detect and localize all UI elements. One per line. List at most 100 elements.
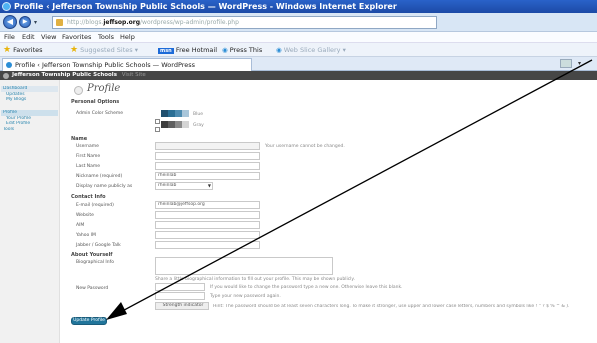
color-gray-label: Gray bbox=[193, 123, 204, 128]
menu-bar: File Edit View Favorites Tools Help bbox=[0, 32, 597, 43]
display-name-label: Display name publicly as bbox=[76, 184, 133, 189]
aim-label: AIM bbox=[76, 223, 85, 228]
suggested-sites-link[interactable]: ★ Suggested Sites ▾ bbox=[70, 43, 138, 57]
gray-swatch-4 bbox=[182, 121, 189, 128]
username-note: Your username cannot be changed. bbox=[265, 144, 345, 149]
name-heading: Name bbox=[71, 136, 88, 142]
update-profile-button[interactable]: Update Profile bbox=[71, 317, 107, 325]
bio-note: Share a little biographical information … bbox=[155, 277, 355, 282]
username-input bbox=[155, 142, 260, 150]
gray-swatch-2 bbox=[168, 121, 175, 128]
page-icon bbox=[56, 19, 63, 26]
home-icon[interactable] bbox=[560, 59, 572, 68]
yahoo-label: Yahoo IM bbox=[76, 233, 96, 238]
ie-window: Profile ‹ Jefferson Township Public Scho… bbox=[0, 0, 597, 343]
color-blue-radio[interactable] bbox=[155, 119, 160, 124]
gray-swatch-3 bbox=[175, 121, 182, 128]
sidebar-item-my-blogs[interactable]: My Blogs bbox=[6, 97, 60, 102]
menu-view[interactable]: View bbox=[41, 32, 56, 43]
web-slice-icon: ◉ bbox=[276, 46, 282, 54]
blue-swatch-3 bbox=[175, 110, 182, 117]
address-bar-input[interactable]: http://blogs.jeffsop.org/wordpress/wp-ad… bbox=[52, 16, 437, 29]
favorites-bar: ★ Favorites ★ Suggested Sites ▾ msn Free… bbox=[0, 43, 597, 57]
contact-info-heading: Contact Info bbox=[71, 194, 106, 200]
press-this-link[interactable]: ◉ Press This bbox=[222, 43, 262, 57]
address-row: ◀ ▶ ▾ http://blogs.jeffsop.org/wordpress… bbox=[0, 13, 597, 32]
new-password-label: New Password bbox=[76, 286, 109, 291]
display-name-select[interactable]: rheinlab ▼ bbox=[155, 182, 213, 190]
profile-content: Profile Personal Options Admin Color Sch… bbox=[60, 80, 597, 343]
ie-logo-icon bbox=[2, 2, 11, 11]
email-input[interactable]: rheinlab@jeffsop.org bbox=[155, 201, 260, 209]
url-prefix: http://blogs. bbox=[67, 19, 104, 26]
menu-help[interactable]: Help bbox=[120, 32, 135, 43]
email-label: E-mail (required) bbox=[76, 203, 114, 208]
profile-page-icon bbox=[74, 86, 83, 95]
menu-favorites[interactable]: Favorites bbox=[62, 32, 91, 43]
admin-color-label: Admin Color Scheme bbox=[76, 111, 124, 116]
wp-admin-header: Jefferson Township Public Schools Visit … bbox=[0, 71, 597, 80]
last-name-label: Last Name bbox=[76, 164, 101, 169]
about-yourself-heading: About Yourself bbox=[71, 252, 113, 258]
color-gray-radio[interactable] bbox=[155, 127, 160, 132]
blue-swatch-1 bbox=[161, 110, 168, 117]
jabber-label: Jabber / Google Talk bbox=[76, 243, 121, 248]
back-button[interactable]: ◀ bbox=[3, 15, 17, 29]
visit-site-link[interactable]: Visit Site bbox=[122, 72, 146, 78]
sidebar-item-dashboard[interactable]: Dashboard bbox=[3, 86, 57, 91]
confirm-password-input[interactable] bbox=[155, 292, 205, 300]
tab-favicon-icon bbox=[6, 62, 12, 68]
window-title: Profile ‹ Jefferson Township Public Scho… bbox=[14, 2, 397, 11]
page-title: Profile bbox=[87, 83, 121, 94]
menu-file[interactable]: File bbox=[4, 32, 15, 43]
tab-title: Profile ‹ Jefferson Township Public Scho… bbox=[15, 61, 196, 69]
website-label: Website bbox=[76, 213, 94, 218]
url-path: /wordpress/wp-admin/profile.php bbox=[140, 19, 239, 26]
history-dropdown-icon[interactable]: ▾ bbox=[34, 19, 37, 26]
display-name-value: rheinlab bbox=[158, 183, 177, 188]
menu-tools[interactable]: Tools bbox=[98, 32, 114, 43]
personal-options-heading: Personal Options bbox=[71, 99, 120, 105]
hotmail-link[interactable]: msn Free Hotmail bbox=[158, 43, 217, 58]
forward-arrow-icon: ▶ bbox=[22, 18, 28, 25]
forward-button[interactable]: ▶ bbox=[19, 16, 31, 28]
nickname-label: Nickname (required) bbox=[76, 174, 123, 179]
admin-sidebar: Dashboard Updates My Blogs Profile Your … bbox=[0, 80, 60, 343]
wordpress-icon: ◉ bbox=[222, 46, 228, 54]
url-domain: jeffsop.org bbox=[103, 19, 141, 26]
favorites-button[interactable]: ★ Favorites bbox=[3, 43, 43, 57]
sidebar-item-edit-profile[interactable]: Edit Profile bbox=[6, 121, 60, 126]
password-note-1: If you would like to change the password… bbox=[210, 285, 403, 290]
nickname-input[interactable]: rheinlab bbox=[155, 172, 260, 180]
wp-site-name[interactable]: Jefferson Township Public Schools bbox=[12, 72, 117, 78]
jabber-input[interactable] bbox=[155, 241, 260, 249]
blue-swatch-2 bbox=[168, 110, 175, 117]
first-name-label: First Name bbox=[76, 154, 101, 159]
new-password-input[interactable] bbox=[155, 283, 205, 291]
menu-edit[interactable]: Edit bbox=[22, 32, 35, 43]
yahoo-input[interactable] bbox=[155, 231, 260, 239]
tab-row: Profile ‹ Jefferson Township Public Scho… bbox=[0, 57, 597, 71]
star-icon: ★ bbox=[3, 45, 12, 55]
tab-profile[interactable]: Profile ‹ Jefferson Township Public Scho… bbox=[2, 58, 252, 71]
sidebar-item-tools[interactable]: Tools bbox=[3, 127, 57, 132]
gray-swatch-1 bbox=[161, 121, 168, 128]
bio-textarea[interactable] bbox=[155, 257, 333, 275]
home-dropdown-icon[interactable]: ▾ bbox=[578, 60, 581, 67]
back-arrow-icon: ◀ bbox=[6, 17, 14, 26]
strength-hint: Hint: The password should be at least se… bbox=[213, 304, 570, 309]
last-name-input[interactable] bbox=[155, 162, 260, 170]
strength-indicator: Strength indicator bbox=[155, 302, 209, 310]
color-blue-label: Blue bbox=[193, 112, 203, 117]
sidebar-item-profile[interactable]: Profile bbox=[3, 110, 57, 115]
bio-label: Biographical Info bbox=[76, 260, 114, 265]
username-label: Username bbox=[76, 144, 99, 149]
aim-input[interactable] bbox=[155, 221, 260, 229]
wordpress-logo-icon bbox=[3, 72, 9, 79]
web-slice-link[interactable]: ◉ Web Slice Gallery ▾ bbox=[276, 43, 346, 57]
blue-swatch-4 bbox=[182, 110, 189, 117]
first-name-input[interactable] bbox=[155, 152, 260, 160]
website-input[interactable] bbox=[155, 211, 260, 219]
favorites-add-icon: ★ bbox=[70, 45, 79, 55]
msn-icon: msn bbox=[158, 48, 174, 54]
